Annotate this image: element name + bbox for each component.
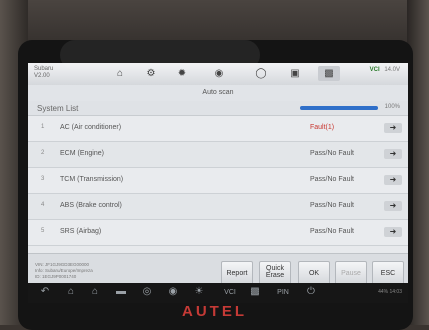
row-number: 4 xyxy=(41,202,45,208)
title-bar: Auto scan xyxy=(28,85,408,101)
system-row[interactable]: 5 SRS (Airbag) Pass/No Fault ➜ xyxy=(28,220,408,246)
vehicle-make: Subaru xyxy=(34,66,54,72)
arrow-right-icon[interactable]: ➜ xyxy=(384,123,402,133)
screen-glare xyxy=(60,40,260,70)
scan-progress-text: 100% xyxy=(384,104,400,110)
vci-label: VCI xyxy=(369,67,380,73)
car-icon[interactable]: ▩ xyxy=(248,286,262,297)
row-number: 5 xyxy=(41,228,45,234)
android-nav-bar: ↶ ⌂ ⌂ ▬ ◎ ◉ ☀ VCI ▩ PIN ⏻ 44% 14:03 xyxy=(28,283,408,303)
system-row[interactable]: 4 ABS (Brake control) Pass/No Fault ➜ xyxy=(28,194,408,220)
system-name: TCM (Transmission) xyxy=(60,176,124,183)
system-name: ABS (Brake control) xyxy=(60,202,122,209)
back-icon[interactable]: ↶ xyxy=(38,286,52,297)
arrow-right-icon[interactable]: ➜ xyxy=(384,227,402,237)
system-status: Pass/No Fault xyxy=(310,228,354,235)
id-line: ID: 1EGJ9P0001740 xyxy=(35,274,77,279)
battery-voltage: 14.0V xyxy=(384,67,400,73)
vehicle-info: Subaru V2.00 xyxy=(34,66,53,80)
row-number: 1 xyxy=(41,124,45,130)
vehicle-version: V2.00 xyxy=(34,73,50,79)
system-row[interactable]: 2 ECM (Engine) Pass/No Fault ➜ xyxy=(28,142,408,168)
vci-status: VCI 14.0V xyxy=(370,67,400,73)
system-name: AC (Air conditioner) xyxy=(60,124,122,131)
brand-logo: AUTEL xyxy=(182,303,247,320)
system-name: ECM (Engine) xyxy=(60,150,104,157)
screenshot-icon[interactable]: ◉ xyxy=(166,286,180,297)
system-list-header: System List 100% xyxy=(28,101,408,116)
row-number: 2 xyxy=(41,150,45,156)
page-title: Auto scan xyxy=(202,89,234,96)
home-icon[interactable]: ⌂ xyxy=(64,286,78,297)
system-name: SRS (Airbag) xyxy=(60,228,102,235)
power-icon[interactable]: ⏻ xyxy=(304,286,318,297)
tablet-screen: Subaru V2.00 ⌂ ⚙ ✹ ◉ ◯ ▣ ▩ VCI 14.0V Aut… xyxy=(28,63,408,297)
message-icon[interactable]: ▩ xyxy=(318,66,340,81)
arrow-right-icon[interactable]: ➜ xyxy=(384,201,402,211)
brightness-icon[interactable]: ☀ xyxy=(192,286,206,297)
pin-icon[interactable]: PIN xyxy=(274,289,292,296)
row-number: 3 xyxy=(41,176,45,182)
scan-progress-fill xyxy=(300,106,378,110)
system-row[interactable]: 3 TCM (Transmission) Pass/No Fault ➜ xyxy=(28,168,408,194)
car-home-icon[interactable]: ⌂ xyxy=(88,286,102,297)
system-status: Fault(1) xyxy=(310,124,335,131)
system-row[interactable]: 1 AC (Air conditioner) Fault(1) ➜ xyxy=(28,116,408,142)
quick-erase-line1: Quick xyxy=(266,265,284,272)
quick-erase-line2: Erase xyxy=(265,272,285,279)
recent-apps-icon[interactable]: ▬ xyxy=(114,286,128,297)
save-icon[interactable]: ▣ xyxy=(284,66,306,81)
arrow-right-icon[interactable]: ➜ xyxy=(384,175,402,185)
android-status: 44% 14:03 xyxy=(378,289,402,295)
system-status: Pass/No Fault xyxy=(310,150,354,157)
system-status: Pass/No Fault xyxy=(310,176,354,183)
section-label: System List xyxy=(37,104,79,113)
browser-icon[interactable]: ◎ xyxy=(140,286,154,297)
record-icon[interactable]: ◯ xyxy=(250,66,272,81)
scan-progress-bar xyxy=(300,106,378,110)
system-list: 1 AC (Air conditioner) Fault(1) ➜ 2 ECM … xyxy=(28,116,408,246)
system-status: Pass/No Fault xyxy=(310,202,354,209)
vehicle-id-info: VIN: JF1GJ9GD3EG00000 Info: Subaru/Europ… xyxy=(35,262,93,280)
arrow-right-icon[interactable]: ➜ xyxy=(384,149,402,159)
vci-nav-icon[interactable]: VCI xyxy=(220,289,240,296)
